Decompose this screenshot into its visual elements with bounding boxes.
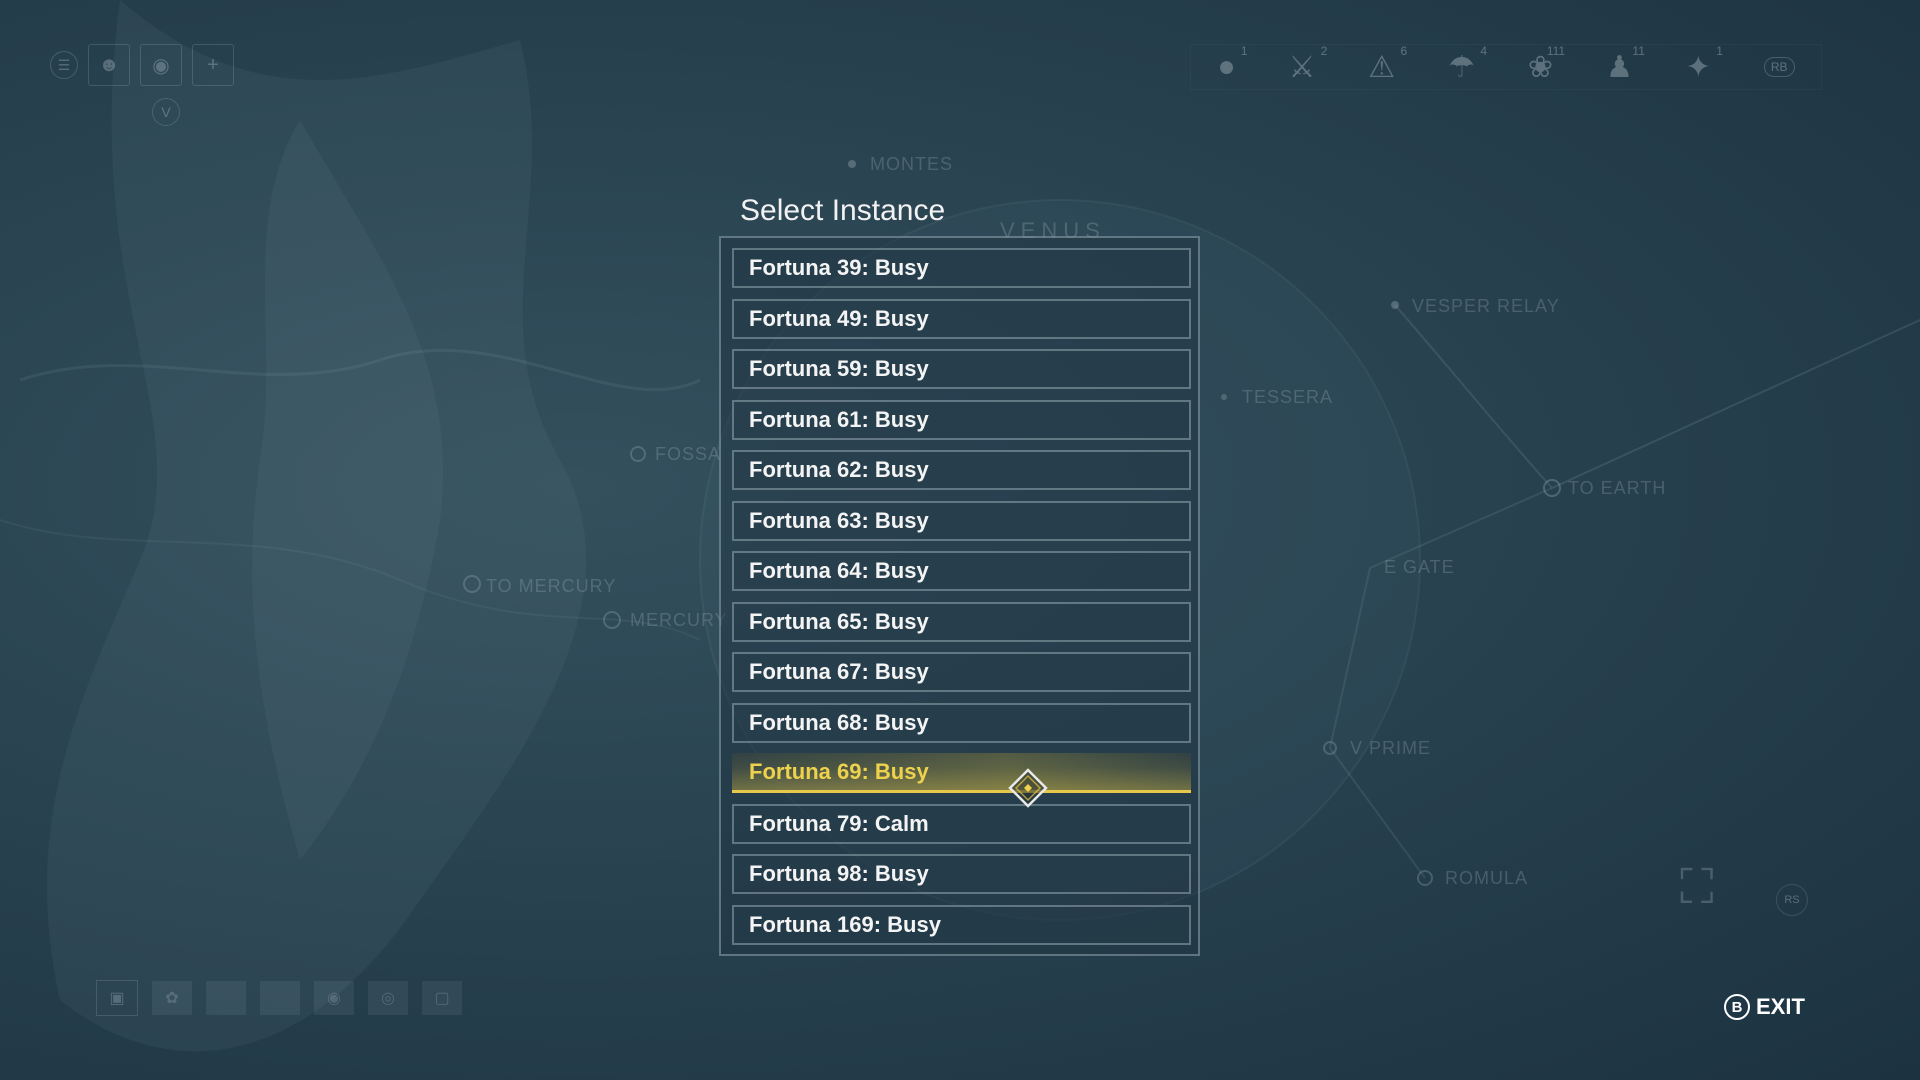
warning-triangle-icon[interactable]: ⚠ 6 bbox=[1368, 44, 1407, 85]
plus-icon[interactable]: + bbox=[192, 44, 234, 86]
map-label-to-earth[interactable]: TO EARTH bbox=[1568, 478, 1666, 499]
dialog-title: Select Instance bbox=[740, 194, 946, 227]
crossed-swords-count: 2 bbox=[1320, 43, 1328, 58]
nodes-count: 1 bbox=[1716, 43, 1723, 58]
instance-item[interactable]: Fortuna 79: Calm bbox=[732, 803, 1191, 844]
navigation-vehicle-icon: ⛶ bbox=[1680, 861, 1714, 914]
instance-item-selected[interactable]: Fortuna 69: Busy bbox=[732, 753, 1191, 793]
alert-pin-count: 1 bbox=[1240, 44, 1248, 58]
map-label-romula[interactable]: ROMULA bbox=[1445, 868, 1528, 889]
instance-item[interactable]: Fortuna 64: Busy bbox=[732, 551, 1191, 591]
instance-list: Fortuna 39: Busy Fortuna 49: Busy Fortun… bbox=[732, 248, 1191, 955]
square-icon[interactable]: ▢ bbox=[422, 981, 462, 1015]
hud-top-right: ● 1 ⚔ 2 ⚠ 6 ☂ 4 ❀ 111 ♟ 11 ✦ 1 RB bbox=[1190, 44, 1822, 90]
map-label-e-gate[interactable]: E GATE bbox=[1384, 557, 1455, 578]
instance-item[interactable]: Fortuna 65: Busy bbox=[732, 601, 1191, 642]
alert-pin-icon[interactable]: ● 1 bbox=[1217, 44, 1247, 84]
person-icon[interactable]: ♟ 11 bbox=[1606, 44, 1645, 85]
instance-item[interactable]: Fortuna 62: Busy bbox=[732, 450, 1191, 490]
instance-item[interactable]: Fortuna 59: Busy bbox=[732, 349, 1191, 389]
controller-key-icon[interactable]: ▣ bbox=[96, 980, 138, 1016]
slot-icon-2[interactable] bbox=[260, 981, 300, 1015]
lotus-icon[interactable]: ✿ bbox=[152, 981, 192, 1015]
person-count: 11 bbox=[1632, 43, 1645, 58]
rb-button-hint[interactable]: RB bbox=[1763, 57, 1795, 77]
nodes-icon[interactable]: ✦ 1 bbox=[1686, 44, 1723, 85]
instance-item[interactable]: Fortuna 169: Busy bbox=[732, 904, 1191, 945]
instance-item[interactable]: Fortuna 39: Busy bbox=[732, 248, 1191, 288]
location-icon[interactable]: ◉ bbox=[314, 981, 354, 1015]
map-label-vesper-relay[interactable]: VESPER RELAY bbox=[1412, 296, 1560, 317]
map-label-to-mercury[interactable]: TO MERCURY bbox=[486, 576, 616, 597]
instance-item[interactable]: Fortuna 63: Busy bbox=[732, 500, 1191, 541]
exit-label: EXIT bbox=[1756, 994, 1805, 1019]
instance-list-panel: Fortuna 39: Busy Fortuna 49: Busy Fortun… bbox=[719, 236, 1200, 956]
warning-count: 6 bbox=[1400, 43, 1408, 58]
map-label-tessera[interactable]: TESSERA bbox=[1242, 387, 1333, 408]
map-label-v-prime[interactable]: V PRIME bbox=[1350, 738, 1431, 759]
hud-bottom-left: ▣ ✿ ◉ ◎ ▢ bbox=[96, 980, 462, 1016]
slot-icon-1[interactable] bbox=[206, 981, 246, 1015]
instance-item[interactable]: Fortuna 61: Busy bbox=[732, 399, 1191, 440]
profile-icon[interactable]: ☻ bbox=[88, 44, 130, 86]
network-count: 111 bbox=[1546, 43, 1566, 58]
instance-item[interactable]: Fortuna 49: Busy bbox=[732, 298, 1191, 339]
instance-item[interactable]: Fortuna 98: Busy bbox=[732, 854, 1191, 894]
map-label-mercury[interactable]: MERCURY bbox=[630, 610, 728, 631]
exit-button[interactable]: B EXIT bbox=[1724, 994, 1805, 1020]
instance-item[interactable]: Fortuna 67: Busy bbox=[732, 652, 1191, 692]
hud-top-left: ☰ ☻ ◉ + bbox=[50, 44, 234, 86]
b-button-icon: B bbox=[1724, 994, 1750, 1020]
target-icon[interactable]: ◎ bbox=[368, 981, 408, 1015]
map-label-fossa[interactable]: FOSSA bbox=[655, 444, 721, 465]
mask-icon[interactable]: ☂ 4 bbox=[1448, 44, 1487, 85]
rs-button-hint: RS bbox=[1776, 884, 1808, 916]
game-screen: MONTES VENUS VESPER RELAY TESSERA FOSSA … bbox=[0, 0, 1920, 1080]
network-icon[interactable]: ❀ 111 bbox=[1528, 44, 1565, 85]
v-key-hint: V bbox=[152, 98, 180, 126]
map-label-montes[interactable]: MONTES bbox=[870, 154, 953, 175]
instance-item[interactable]: Fortuna 68: Busy bbox=[732, 702, 1191, 743]
menu-icon[interactable]: ☰ bbox=[50, 51, 78, 79]
globe-icon[interactable]: ◉ bbox=[140, 44, 182, 86]
crossed-swords-icon[interactable]: ⚔ 2 bbox=[1288, 44, 1327, 85]
mask-count: 4 bbox=[1480, 43, 1488, 58]
